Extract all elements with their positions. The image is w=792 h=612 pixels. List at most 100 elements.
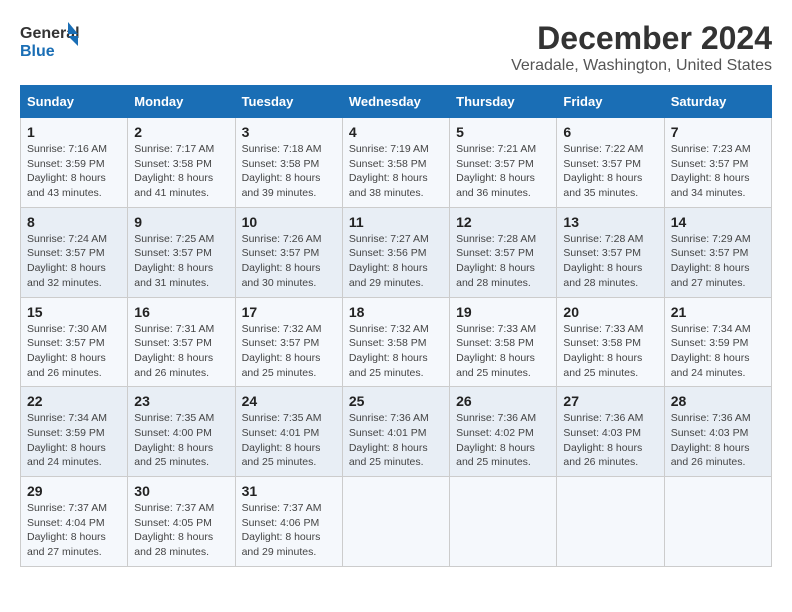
calendar-cell: 19 Sunrise: 7:33 AM Sunset: 3:58 PM Dayli… [450,297,557,387]
svg-text:Blue: Blue [20,43,55,60]
day-number: 11 [349,214,443,230]
day-info: Sunrise: 7:36 AM Sunset: 4:01 PM Dayligh… [349,411,443,470]
day-info: Sunrise: 7:18 AM Sunset: 3:58 PM Dayligh… [242,142,336,201]
calendar-cell: 10 Sunrise: 7:26 AM Sunset: 3:57 PM Dayli… [235,207,342,297]
day-info: Sunrise: 7:21 AM Sunset: 3:57 PM Dayligh… [456,142,550,201]
day-info: Sunrise: 7:32 AM Sunset: 3:57 PM Dayligh… [242,322,336,381]
day-info: Sunrise: 7:37 AM Sunset: 4:06 PM Dayligh… [242,501,336,560]
calendar-cell: 9Sunrise: 7:25 AM Sunset: 3:57 PM Daylig… [128,207,235,297]
header-day-thursday: Thursday [450,86,557,118]
calendar-table: SundayMondayTuesdayWednesdayThursdayFrid… [20,85,772,567]
day-info: Sunrise: 7:34 AM Sunset: 3:59 PM Dayligh… [27,411,121,470]
day-info: Sunrise: 7:28 AM Sunset: 3:57 PM Dayligh… [456,232,550,291]
day-number: 28 [671,393,765,409]
calendar-cell [664,477,771,567]
day-number: 21 [671,304,765,320]
header-day-friday: Friday [557,86,664,118]
calendar-cell: 24Sunrise: 7:35 AM Sunset: 4:01 PM Dayli… [235,387,342,477]
calendar-cell: 20 Sunrise: 7:33 AM Sunset: 3:58 PM Dayli… [557,297,664,387]
calendar-cell: 17 Sunrise: 7:32 AM Sunset: 3:57 PM Dayli… [235,297,342,387]
day-number: 3 [242,124,336,140]
day-info: Sunrise: 7:33 AM Sunset: 3:58 PM Dayligh… [563,322,657,381]
calendar-cell: 25 Sunrise: 7:36 AM Sunset: 4:01 PM Dayli… [342,387,449,477]
calendar-week-row-4: 22 Sunrise: 7:34 AM Sunset: 3:59 PM Dayli… [21,387,772,477]
header-day-monday: Monday [128,86,235,118]
calendar-cell: 21Sunrise: 7:34 AM Sunset: 3:59 PM Dayli… [664,297,771,387]
day-number: 30 [134,483,228,499]
calendar-cell: 5 Sunrise: 7:21 AM Sunset: 3:57 PM Daylig… [450,118,557,208]
day-info: Sunrise: 7:23 AM Sunset: 3:57 PM Dayligh… [671,142,765,201]
subtitle: Veradale, Washington, United States [511,57,772,75]
header-day-sunday: Sunday [21,86,128,118]
day-number: 25 [349,393,443,409]
day-number: 14 [671,214,765,230]
day-info: Sunrise: 7:24 AM Sunset: 3:57 PM Dayligh… [27,232,121,291]
day-info: Sunrise: 7:26 AM Sunset: 3:57 PM Dayligh… [242,232,336,291]
calendar-cell: 2 Sunrise: 7:17 AM Sunset: 3:58 PM Daylig… [128,118,235,208]
day-info: Sunrise: 7:22 AM Sunset: 3:57 PM Dayligh… [563,142,657,201]
title-section: December 2024 Veradale, Washington, Unit… [511,20,772,75]
day-info: Sunrise: 7:30 AM Sunset: 3:57 PM Dayligh… [27,322,121,381]
header-row: SundayMondayTuesdayWednesdayThursdayFrid… [21,86,772,118]
calendar-cell: 1 Sunrise: 7:16 AM Sunset: 3:59 PM Daylig… [21,118,128,208]
day-info: Sunrise: 7:36 AM Sunset: 4:02 PM Dayligh… [456,411,550,470]
day-number: 29 [27,483,121,499]
day-number: 16 [134,304,228,320]
day-number: 4 [349,124,443,140]
calendar-cell: 30Sunrise: 7:37 AM Sunset: 4:05 PM Dayli… [128,477,235,567]
day-number: 15 [27,304,121,320]
calendar-week-row-3: 15 Sunrise: 7:30 AM Sunset: 3:57 PM Dayli… [21,297,772,387]
day-number: 13 [563,214,657,230]
header-day-saturday: Saturday [664,86,771,118]
calendar-cell: 7 Sunrise: 7:23 AM Sunset: 3:57 PM Daylig… [664,118,771,208]
day-info: Sunrise: 7:35 AM Sunset: 4:00 PM Dayligh… [134,411,228,470]
logo-icon: GeneralBlue [20,20,80,65]
day-info: Sunrise: 7:35 AM Sunset: 4:01 PM Dayligh… [242,411,336,470]
calendar-week-row-5: 29Sunrise: 7:37 AM Sunset: 4:04 PM Dayli… [21,477,772,567]
calendar-cell [450,477,557,567]
day-number: 27 [563,393,657,409]
calendar-cell: 3 Sunrise: 7:18 AM Sunset: 3:58 PM Daylig… [235,118,342,208]
header-day-tuesday: Tuesday [235,86,342,118]
calendar-cell: 31 Sunrise: 7:37 AM Sunset: 4:06 PM Dayli… [235,477,342,567]
header-day-wednesday: Wednesday [342,86,449,118]
day-number: 2 [134,124,228,140]
day-info: Sunrise: 7:33 AM Sunset: 3:58 PM Dayligh… [456,322,550,381]
day-number: 7 [671,124,765,140]
main-title: December 2024 [511,20,772,57]
day-info: Sunrise: 7:19 AM Sunset: 3:58 PM Dayligh… [349,142,443,201]
calendar-cell: 6 Sunrise: 7:22 AM Sunset: 3:57 PM Daylig… [557,118,664,208]
calendar-cell: 18 Sunrise: 7:32 AM Sunset: 3:58 PM Dayli… [342,297,449,387]
day-number: 17 [242,304,336,320]
day-info: Sunrise: 7:29 AM Sunset: 3:57 PM Dayligh… [671,232,765,291]
day-number: 12 [456,214,550,230]
calendar-week-row-2: 8 Sunrise: 7:24 AM Sunset: 3:57 PM Daylig… [21,207,772,297]
calendar-cell: 27 Sunrise: 7:36 AM Sunset: 4:03 PM Dayli… [557,387,664,477]
day-info: Sunrise: 7:16 AM Sunset: 3:59 PM Dayligh… [27,142,121,201]
calendar-cell: 29Sunrise: 7:37 AM Sunset: 4:04 PM Dayli… [21,477,128,567]
day-info: Sunrise: 7:17 AM Sunset: 3:58 PM Dayligh… [134,142,228,201]
day-number: 22 [27,393,121,409]
day-number: 31 [242,483,336,499]
day-number: 9 [134,214,228,230]
day-number: 26 [456,393,550,409]
day-info: Sunrise: 7:32 AM Sunset: 3:58 PM Dayligh… [349,322,443,381]
calendar-cell [342,477,449,567]
calendar-cell: 11 Sunrise: 7:27 AM Sunset: 3:56 PM Dayli… [342,207,449,297]
day-number: 23 [134,393,228,409]
day-info: Sunrise: 7:27 AM Sunset: 3:56 PM Dayligh… [349,232,443,291]
day-number: 8 [27,214,121,230]
calendar-week-row-1: 1 Sunrise: 7:16 AM Sunset: 3:59 PM Daylig… [21,118,772,208]
day-info: Sunrise: 7:36 AM Sunset: 4:03 PM Dayligh… [563,411,657,470]
day-number: 18 [349,304,443,320]
day-number: 10 [242,214,336,230]
day-number: 20 [563,304,657,320]
day-number: 19 [456,304,550,320]
day-number: 5 [456,124,550,140]
calendar-cell: 16Sunrise: 7:31 AM Sunset: 3:57 PM Dayli… [128,297,235,387]
calendar-cell: 22 Sunrise: 7:34 AM Sunset: 3:59 PM Dayli… [21,387,128,477]
calendar-cell: 8 Sunrise: 7:24 AM Sunset: 3:57 PM Daylig… [21,207,128,297]
day-number: 1 [27,124,121,140]
calendar-cell: 15 Sunrise: 7:30 AM Sunset: 3:57 PM Dayli… [21,297,128,387]
day-number: 6 [563,124,657,140]
